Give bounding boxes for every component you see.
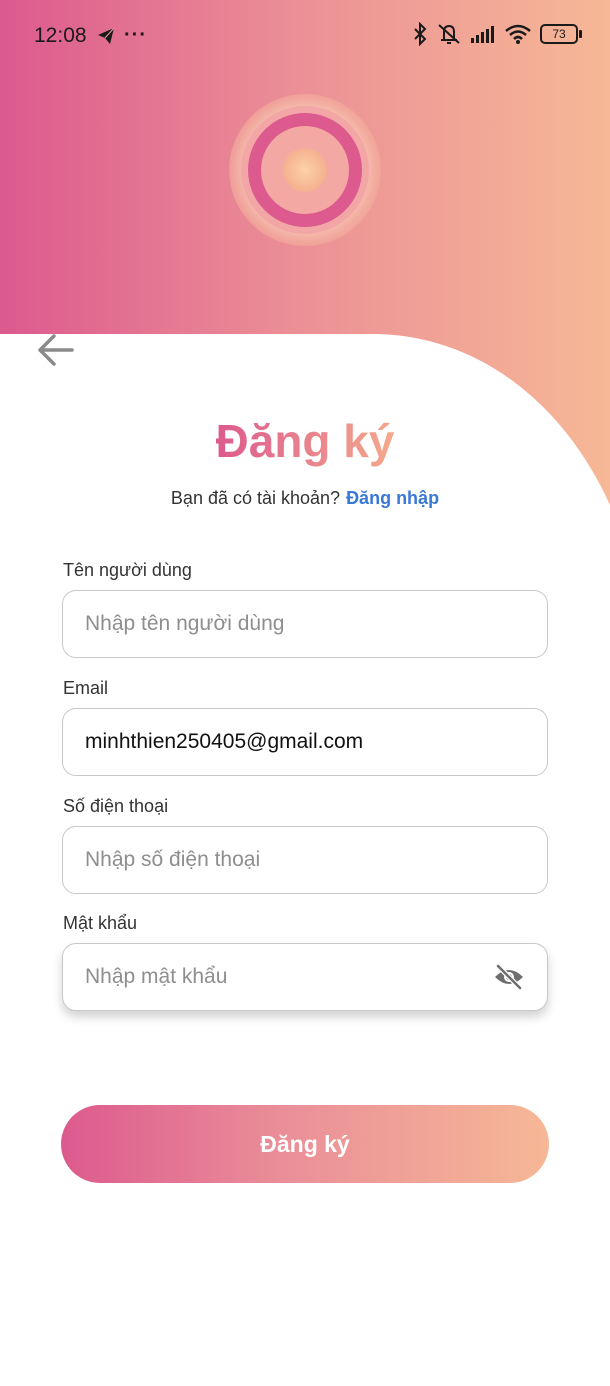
password-label: Mật khẩu (63, 913, 138, 933)
username-placeholder: Nhập tên người dùng (85, 612, 285, 635)
email-value: minhthien250405@gmail.com (85, 730, 364, 753)
status-right-icons: 73 (412, 22, 582, 46)
password-placeholder: Nhập mật khẩu (85, 965, 228, 988)
status-time: 12:08 (34, 24, 87, 47)
title-container: Đăng ký (0, 412, 610, 470)
status-left-icons: ··· (96, 24, 147, 47)
login-link[interactable]: Đăng nhập (346, 488, 439, 508)
bluetooth-icon (414, 22, 427, 46)
back-button[interactable] (34, 330, 78, 370)
more-notifications-icon: ··· (124, 24, 147, 46)
phone-placeholder: Nhập số điện thoại (85, 848, 261, 871)
battery-level: 73 (552, 27, 566, 41)
app-logo (229, 94, 381, 246)
page-title: Đăng ký (216, 412, 395, 470)
login-prompt: Bạn đã có tài khoản? Đăng nhập (0, 488, 610, 509)
eye-off-icon[interactable] (493, 963, 525, 991)
signal-icon (471, 26, 494, 43)
wifi-icon (505, 24, 531, 44)
register-button[interactable]: Đăng ký (61, 1105, 549, 1183)
login-prompt-text: Bạn đã có tài khoản? (170, 488, 341, 508)
password-input[interactable]: Nhập mật khẩu (62, 943, 548, 1011)
telegram-icon (98, 27, 115, 44)
email-input[interactable]: minhthien250405@gmail.com (62, 708, 548, 776)
email-label: Email (63, 678, 109, 698)
username-input[interactable]: Nhập tên người dùng (62, 590, 548, 658)
phone-input[interactable]: Nhập số điện thoại (62, 826, 548, 894)
username-label: Tên người dùng (63, 560, 192, 580)
register-button-label: Đăng ký (260, 1130, 350, 1157)
phone-label: Số điện thoại (63, 796, 169, 816)
vibrate-off-icon (438, 24, 460, 44)
arrow-left-icon (38, 334, 74, 366)
battery-icon: 73 (540, 24, 582, 44)
status-bar: 12:08 ··· 73 (0, 0, 610, 72)
